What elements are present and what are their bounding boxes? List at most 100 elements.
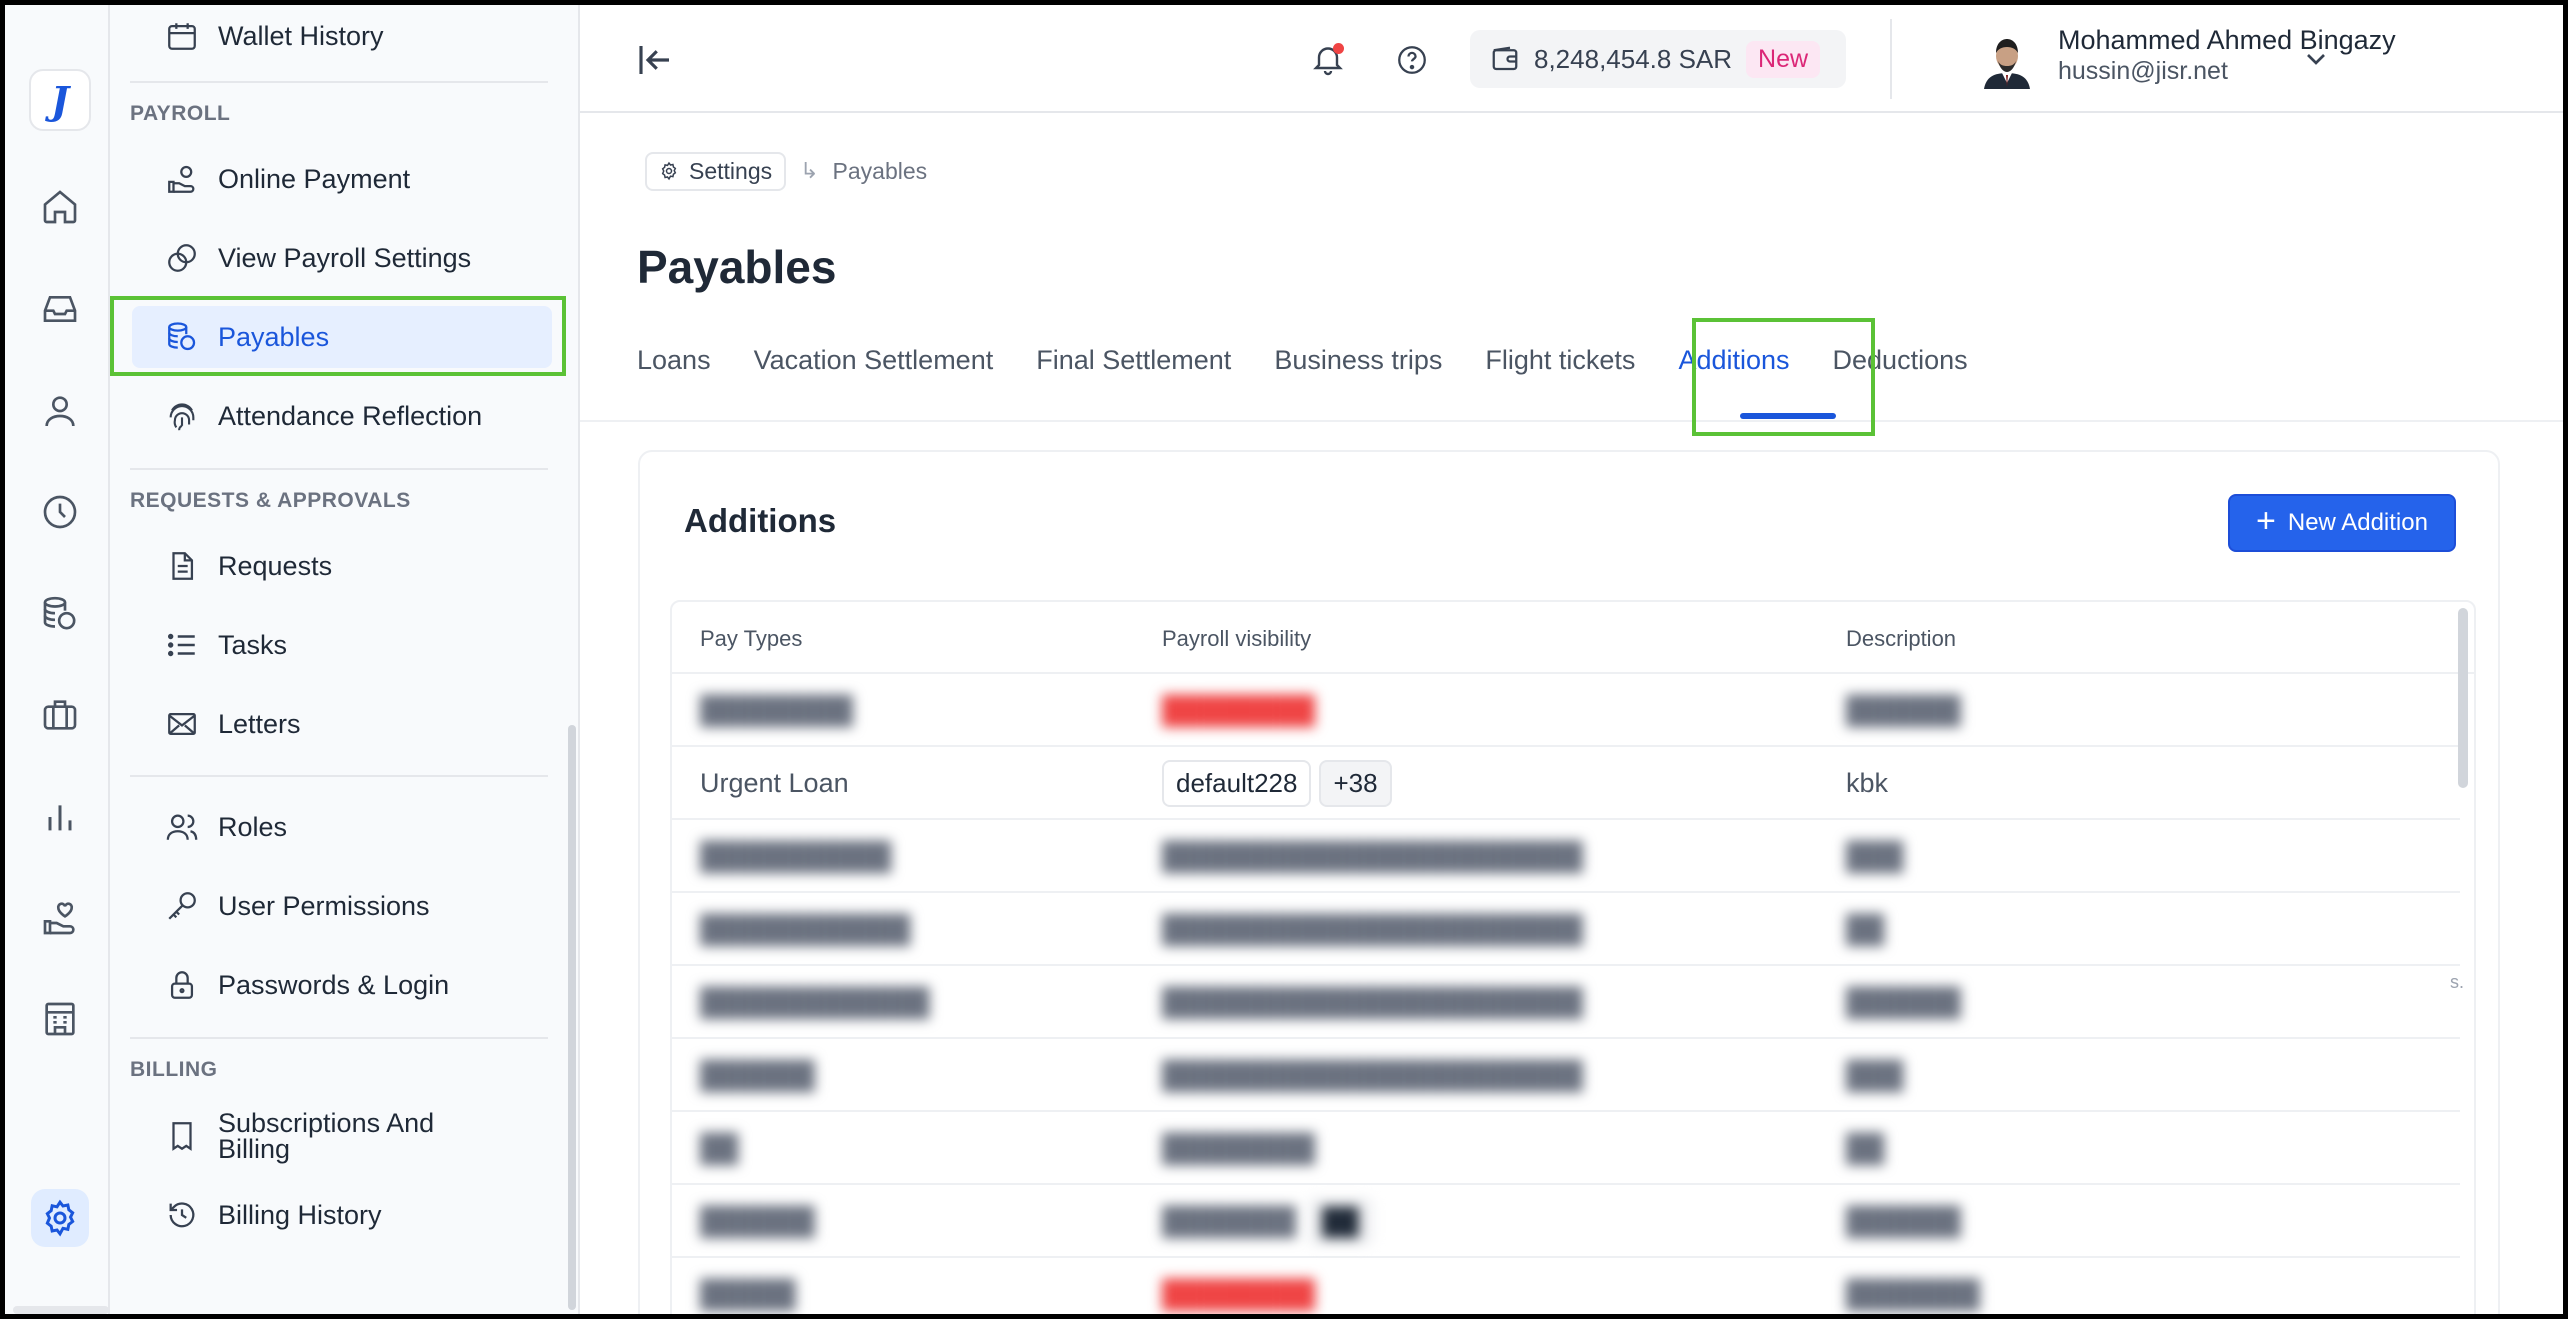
table-row[interactable]: ██████ ██████████████████████ ███ xyxy=(672,1039,2460,1112)
sidebar-item-passwords-login[interactable]: Passwords & Login xyxy=(132,954,552,1016)
sidebar-item-tasks[interactable]: Tasks xyxy=(132,614,552,676)
sidebar-item-letters[interactable]: Letters xyxy=(132,693,552,755)
hand-heart-icon[interactable] xyxy=(31,889,89,947)
active-tab-indicator xyxy=(1740,413,1836,419)
app-logo[interactable]: J xyxy=(29,69,91,131)
chart-icon[interactable] xyxy=(31,788,89,846)
divider xyxy=(130,1037,548,1039)
building-icon[interactable] xyxy=(31,990,89,1048)
payroll-visibility-cell: default228 +38 xyxy=(1162,747,1400,820)
tab-final-settlement[interactable]: Final Settlement xyxy=(1036,345,1231,376)
clock-icon[interactable] xyxy=(31,483,89,541)
table-row[interactable]: ███████████ ██████████████████████ ██ xyxy=(672,893,2460,966)
new-addition-button[interactable]: + New Addition xyxy=(2228,494,2456,552)
column-header-payroll-visibility[interactable]: Payroll visibility xyxy=(1162,626,1311,652)
redacted-cell: ███ xyxy=(1846,1060,1904,1090)
redacted-cell: ███████ ██ xyxy=(1162,1185,1381,1258)
sidebar-item-label: Letters xyxy=(218,708,301,739)
section-billing: BILLING xyxy=(130,1058,218,1081)
table-row[interactable]: ██████████ ██████████████████████ ███ xyxy=(672,820,2460,893)
help-icon[interactable] xyxy=(1395,43,1429,77)
divider xyxy=(130,468,548,470)
redacted-cell: ██████ xyxy=(1846,987,1961,1017)
redacted-cell: ████████████ xyxy=(700,987,930,1017)
sidebar-item-online-payment[interactable]: Online Payment xyxy=(132,148,552,210)
tab-additions[interactable]: Additions xyxy=(1678,345,1789,376)
tab-loans[interactable]: Loans xyxy=(637,345,711,376)
tab-flight-tickets[interactable]: Flight tickets xyxy=(1485,345,1635,376)
sidebar-item-payables[interactable]: Payables xyxy=(132,306,552,368)
sidebar-item-view-payroll-settings[interactable]: View Payroll Settings xyxy=(132,227,552,289)
notification-bell-icon[interactable] xyxy=(1310,41,1350,81)
table-row[interactable]: ████████ ████████ ██████ xyxy=(672,674,2460,747)
sidebar-item-label: Wallet History xyxy=(218,20,384,51)
sidebar-item-user-permissions[interactable]: User Permissions xyxy=(132,875,552,937)
redacted-cell: ██████████████████████ xyxy=(1162,1060,1583,1090)
sidebar-item-label: Passwords & Login xyxy=(218,969,450,1000)
tab-business-trips[interactable]: Business trips xyxy=(1274,345,1442,376)
user-email: hussin@jisr.net xyxy=(2058,57,2228,85)
rail-scrollbar[interactable] xyxy=(13,1306,109,1314)
sidebar-item-label: Attendance Reflection xyxy=(218,400,483,431)
table-scrollbar[interactable] xyxy=(2458,608,2468,788)
key-icon xyxy=(164,888,200,924)
sidebar-item-label: Tasks xyxy=(218,629,288,660)
sidebar-item-wallet-history[interactable]: Wallet History xyxy=(132,5,552,67)
redacted-cell: █████ xyxy=(700,1279,796,1309)
section-payroll: PAYROLL xyxy=(130,102,231,125)
sidebar-item-requests[interactable]: Requests xyxy=(132,535,552,597)
column-header-description[interactable]: Description xyxy=(1846,626,1956,652)
table-row[interactable]: ████████████ ██████████████████████ ████… xyxy=(672,966,2460,1039)
users-icon xyxy=(164,809,200,845)
redacted-cell: ████████ xyxy=(1162,695,1316,725)
more-chip[interactable]: +38 xyxy=(1319,760,1392,807)
sidebar-item-subscriptions-billing[interactable]: Subscriptions And Billing xyxy=(132,1105,552,1167)
sidebar-scrollbar[interactable] xyxy=(568,725,576,1310)
wallet-icon xyxy=(1492,46,1518,71)
user-icon[interactable] xyxy=(31,382,89,440)
home-icon[interactable] xyxy=(31,178,89,236)
visibility-chip[interactable]: default228 xyxy=(1162,760,1312,807)
coins-icon xyxy=(164,319,200,355)
coins-icon[interactable] xyxy=(31,585,89,643)
button-label: New Addition xyxy=(2287,509,2428,536)
sidebar-item-attendance-reflection[interactable]: Attendance Reflection xyxy=(132,385,552,447)
collapse-sidebar-icon[interactable] xyxy=(630,35,680,85)
sidebar-item-billing-history[interactable]: Billing History xyxy=(132,1184,552,1246)
redacted-cell: ██ xyxy=(1846,914,1885,944)
tab-deductions[interactable]: Deductions xyxy=(1833,345,1968,376)
redacted-cell: ██████████████████████ xyxy=(1162,987,1583,1017)
sidebar-item-label: Subscriptions And Billing xyxy=(218,1108,435,1164)
divider xyxy=(1890,19,1892,99)
column-header-pay-types[interactable]: Pay Types xyxy=(700,626,802,652)
sidebar-item-roles[interactable]: Roles xyxy=(132,796,552,858)
user-name[interactable]: Mohammed Ahmed Bingazy xyxy=(2058,25,2396,56)
card-title: Additions xyxy=(684,502,837,539)
page-title: Payables xyxy=(637,241,837,293)
document-icon xyxy=(164,548,200,584)
corner-arrow-icon: ↳ xyxy=(800,158,819,183)
breadcrumb-settings[interactable]: Settings xyxy=(645,151,787,191)
gear-icon[interactable] xyxy=(31,1189,89,1247)
table-row[interactable]: ██████ ███████ ██ ██████ xyxy=(672,1185,2460,1258)
tab-bar: Loans Vacation Settlement Final Settleme… xyxy=(637,345,2011,376)
briefcase-icon[interactable] xyxy=(31,686,89,744)
sidebar-item-label: Requests xyxy=(218,550,333,581)
redacted-cell: ████████ xyxy=(1162,1133,1316,1163)
table-row[interactable]: ██ ████████ ██ xyxy=(672,1112,2460,1185)
table-row[interactable]: Urgent Loan default228 +38 kbk xyxy=(672,747,2460,820)
redacted-cell: ██████████████████████ xyxy=(1162,841,1583,871)
table-row[interactable]: █████ ████████ ███████ xyxy=(672,1258,2460,1319)
wallet-balance[interactable]: 8,248,454.8 SAR New xyxy=(1470,30,1846,88)
breadcrumb: Settings ↳ Payables xyxy=(645,150,927,192)
chevron-down-icon[interactable] xyxy=(2300,43,2332,75)
additions-table: Pay Types Payroll visibility Description… xyxy=(670,600,2476,1319)
sidebar-item-label: Online Payment xyxy=(218,163,411,194)
avatar[interactable] xyxy=(1980,31,2034,89)
tab-vacation-settlement[interactable]: Vacation Settlement xyxy=(754,345,994,376)
redacted-cell: ████████ xyxy=(1162,1279,1316,1309)
inbox-icon[interactable] xyxy=(31,280,89,338)
redacted-cell: ███ xyxy=(1846,841,1904,871)
redacted-cell: ███████ xyxy=(1846,1279,1980,1309)
redacted-cell: ██████ xyxy=(700,1206,815,1236)
